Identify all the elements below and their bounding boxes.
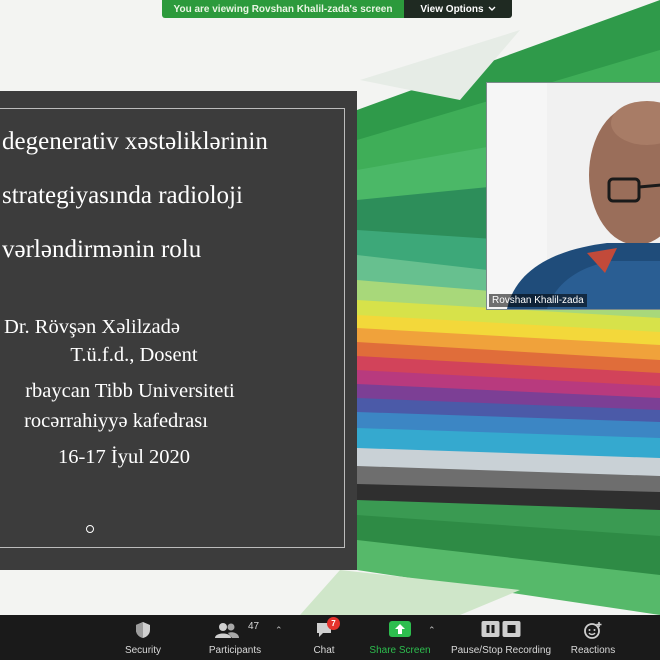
participant-video-feed bbox=[487, 83, 660, 309]
share-screen-label: Share Screen bbox=[369, 645, 431, 656]
screen-share-banner: You are viewing Rovshan Khalil-zada's sc… bbox=[162, 0, 512, 18]
caret-up-icon[interactable]: ⌃ bbox=[428, 625, 436, 636]
slide-title-line: degenerativ xəstəliklərinin bbox=[2, 128, 268, 155]
slide-author-degree: T.ü.f.d., Dosent bbox=[70, 344, 198, 366]
slide-title-line: vərləndirmənin rolu bbox=[2, 236, 202, 263]
share-screen-button[interactable]: Share Screen bbox=[368, 615, 432, 660]
recording-controls bbox=[481, 621, 521, 640]
pause-stop-recording-button[interactable]: Pause/Stop Recording bbox=[446, 615, 556, 660]
shield-icon bbox=[135, 621, 151, 642]
chevron-down-icon bbox=[488, 4, 496, 15]
reactions-label: Reactions bbox=[570, 645, 616, 656]
recording-label: Pause/Stop Recording bbox=[450, 645, 552, 656]
participants-label: Participants bbox=[208, 645, 262, 656]
participant-name-label: Rovshan Khalil-zada bbox=[489, 294, 587, 307]
slide-date: 16-17 İyul 2020 bbox=[57, 446, 191, 468]
slide-circle-marker bbox=[86, 525, 94, 533]
shared-screen: You are viewing Rovshan Khalil-zada's sc… bbox=[0, 0, 660, 615]
slide-author-name: Dr. Rövşən Xəlilzadə bbox=[4, 316, 180, 338]
participant-video-tile[interactable]: Rovshan Khalil-zada bbox=[486, 82, 660, 310]
slide-title-line: strategiyasında radioloji bbox=[2, 182, 243, 209]
slide-department: rocərrahiyyə kafedrası bbox=[24, 410, 208, 432]
reactions-icon bbox=[583, 621, 603, 642]
security-label: Security bbox=[124, 645, 162, 656]
viewing-screen-message: You are viewing Rovshan Khalil-zada's sc… bbox=[162, 0, 404, 18]
participants-button[interactable]: 47 Participants bbox=[200, 615, 270, 660]
view-options-label: View Options bbox=[420, 3, 484, 15]
view-options-button[interactable]: View Options bbox=[404, 0, 512, 18]
slide-university: rbaycan Tibb Universiteti bbox=[25, 380, 235, 402]
share-screen-icon bbox=[389, 621, 411, 640]
stop-icon bbox=[502, 621, 521, 640]
chat-label: Chat bbox=[313, 645, 335, 656]
reactions-button[interactable]: Reactions bbox=[566, 615, 620, 660]
presentation-slide: degenerativ xəstəliklərinin strategiyası… bbox=[0, 91, 357, 570]
chat-unread-badge: 7 bbox=[327, 617, 340, 630]
participants-icon bbox=[214, 621, 240, 642]
caret-up-icon[interactable]: ⌃ bbox=[275, 625, 283, 636]
security-button[interactable]: Security bbox=[118, 615, 168, 660]
participants-count: 47 bbox=[248, 621, 260, 632]
pause-icon bbox=[481, 621, 500, 640]
